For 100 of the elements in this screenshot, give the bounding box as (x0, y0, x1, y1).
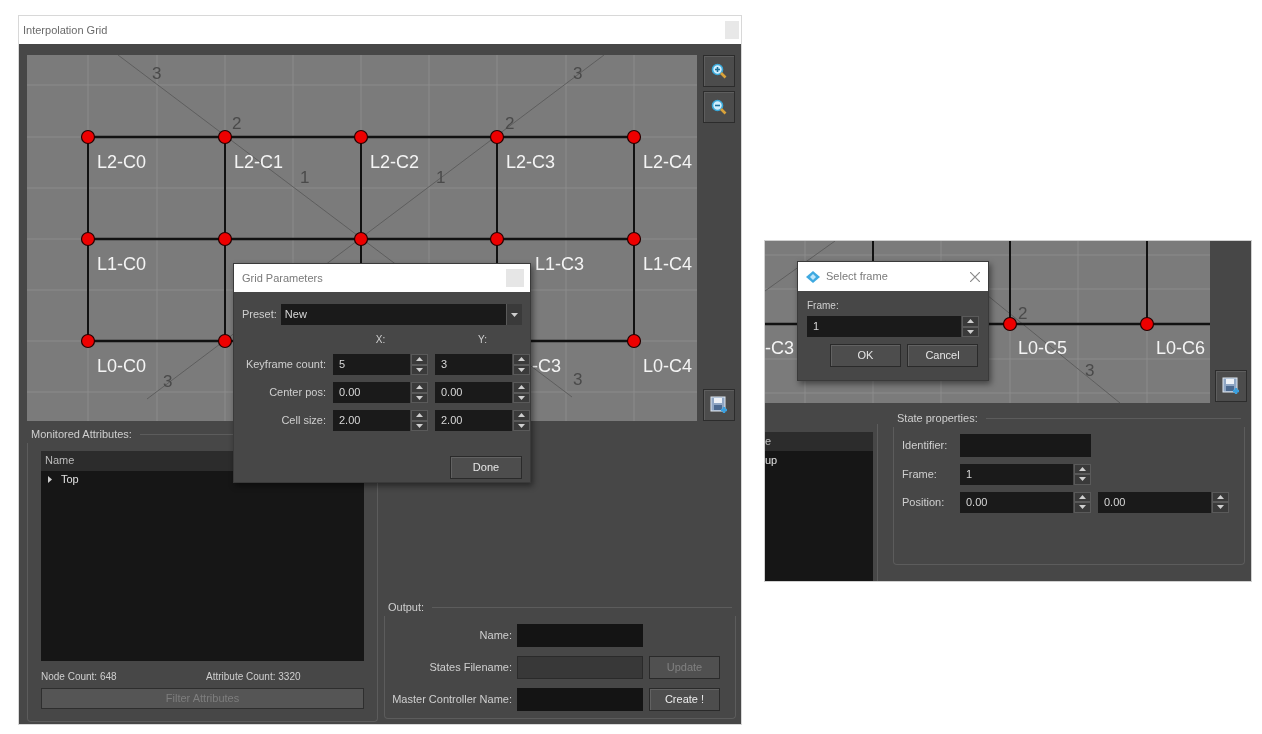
number-field[interactable]: 2.00 (435, 410, 512, 431)
caret-up-icon (416, 413, 423, 418)
caret-down-icon (1079, 505, 1086, 510)
node-dot[interactable] (80, 231, 96, 247)
spin-up-button[interactable] (411, 382, 428, 393)
number-field[interactable]: 0.00 (960, 491, 1073, 513)
spin-down-button[interactable] (1074, 502, 1091, 513)
caret-down-icon (416, 423, 423, 428)
tree-item[interactable]: Top (41, 470, 364, 489)
spin-down-button[interactable] (411, 420, 428, 431)
text-field[interactable] (517, 623, 643, 647)
push-button[interactable]: Cancel (907, 344, 978, 367)
caret-up-icon (967, 319, 974, 324)
node-dot[interactable] (1139, 316, 1155, 332)
caret-right-icon (47, 476, 53, 483)
spin-down-button[interactable] (962, 326, 979, 337)
node-dot[interactable] (217, 333, 233, 349)
zoom-in-button[interactable] (703, 55, 735, 87)
number-field[interactable]: 1 (807, 316, 961, 337)
node-label: L1-C3 (535, 254, 585, 274)
node-dot[interactable] (626, 333, 642, 349)
spin-up-button[interactable] (513, 410, 530, 421)
field-label: Name: (478, 627, 512, 643)
push-button[interactable]: Create ! (649, 687, 720, 711)
list-item[interactable]: up (765, 451, 873, 469)
field-label: Frame: (902, 466, 938, 482)
spin-up-button[interactable] (1074, 463, 1091, 474)
number-field[interactable]: 0.00 (435, 382, 512, 403)
caret-down-icon (1079, 477, 1086, 482)
node-dot[interactable] (353, 231, 369, 247)
number-field[interactable]: 2.00 (333, 410, 410, 431)
node-dot[interactable] (489, 129, 505, 145)
spin-down-button[interactable] (513, 364, 530, 375)
spin-down-button[interactable] (513, 392, 530, 403)
caret-down-icon (1217, 505, 1224, 510)
field-label: Keyframe count: (245, 357, 326, 373)
count-text: Node Count: 648 (41, 669, 118, 684)
caret-down-icon (518, 367, 525, 372)
column-header: e (765, 432, 873, 451)
push-button[interactable]: Done (450, 456, 522, 479)
spin-up-button[interactable] (1074, 491, 1091, 502)
caret-up-icon (1079, 494, 1086, 499)
node-dot[interactable] (80, 333, 96, 349)
list-panel[interactable]: e up (765, 432, 873, 581)
spin-down-button[interactable] (1212, 502, 1229, 513)
caret-up-icon (518, 357, 525, 362)
node-dot[interactable] (353, 129, 369, 145)
field-label: States Filename: (428, 659, 512, 675)
spin-down-button[interactable] (513, 420, 530, 431)
spin-down-button[interactable] (1074, 474, 1091, 485)
caret-up-icon (416, 385, 423, 390)
node-dot[interactable] (489, 231, 505, 247)
node-dot[interactable] (1002, 316, 1018, 332)
number-field[interactable]: 0.00 (1098, 491, 1211, 513)
dropdown-value: New (284, 307, 307, 323)
spin-down-button[interactable] (411, 364, 428, 375)
save-button[interactable] (703, 389, 735, 421)
node-label: L2-C0 (97, 152, 147, 172)
caret-up-icon (1217, 494, 1224, 499)
column-header: X: (375, 333, 386, 347)
diamond-icon (806, 270, 820, 283)
node-label: L2-C4 (643, 152, 693, 172)
preset-dropdown[interactable]: New (280, 304, 522, 325)
node-dot[interactable] (217, 129, 233, 145)
save-button[interactable] (1214, 370, 1247, 402)
number-field[interactable]: 0.00 (333, 382, 410, 403)
spin-up-button[interactable] (962, 316, 979, 327)
node-label: L1-C0 (97, 254, 147, 274)
caret-down-icon (518, 423, 525, 428)
node-dot[interactable] (80, 129, 96, 145)
node-dot[interactable] (217, 231, 233, 247)
number-field[interactable]: 5 (333, 354, 410, 375)
node-label: L0-C4 (643, 356, 693, 376)
close-icon[interactable] (970, 271, 980, 282)
push-button[interactable]: OK (830, 344, 901, 367)
caret-up-icon (1079, 466, 1086, 471)
window-title: Interpolation Grid (23, 22, 108, 38)
caret-down-icon (416, 367, 423, 372)
tree-list[interactable]: Name Top (41, 450, 364, 661)
caret-up-icon (416, 357, 423, 362)
spin-up-button[interactable] (411, 410, 428, 421)
spin-down-button[interactable] (411, 392, 428, 403)
spin-up-button[interactable] (411, 354, 428, 365)
caret-down-icon (416, 395, 423, 400)
floppy-plus-icon (1221, 377, 1240, 395)
spin-up-button[interactable] (1212, 491, 1229, 502)
node-label: -C3 (765, 338, 794, 358)
field-label: Center pos: (269, 385, 326, 401)
spin-up-button[interactable] (513, 382, 530, 393)
node-dot[interactable] (626, 129, 642, 145)
node-dot[interactable] (626, 231, 642, 247)
number-field[interactable]: 1 (960, 463, 1073, 485)
zoom-out-button[interactable] (703, 91, 735, 123)
number-field[interactable]: 3 (435, 354, 512, 375)
node-label: L1-C4 (643, 254, 693, 274)
field-label: Master Controller Name: (391, 691, 512, 707)
caret-up-icon (518, 385, 525, 390)
text-field[interactable] (517, 687, 643, 711)
spin-up-button[interactable] (513, 354, 530, 365)
text-field[interactable] (960, 433, 1091, 457)
